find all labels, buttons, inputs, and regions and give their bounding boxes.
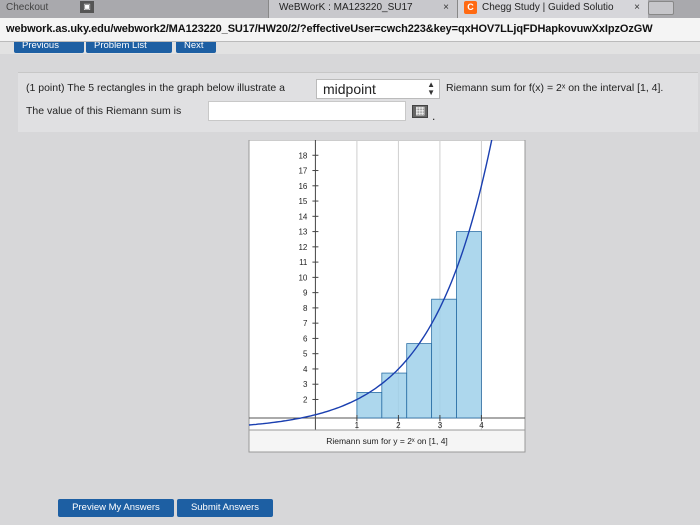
close-icon[interactable]: × bbox=[443, 0, 449, 15]
y-tick-label: 7 bbox=[303, 319, 308, 328]
problem-text-line2: The value of this Riemann sum is bbox=[26, 105, 182, 117]
tab-checkout-label: Checkout bbox=[6, 2, 49, 13]
period: . bbox=[432, 109, 436, 123]
chegg-favicon-icon: C bbox=[464, 1, 477, 14]
y-tick-label: 12 bbox=[298, 243, 307, 252]
y-tick-label: 3 bbox=[303, 380, 308, 389]
y-tick-label: 14 bbox=[298, 212, 307, 221]
problem-list-button[interactable]: Problem List bbox=[86, 42, 172, 53]
y-tick-label: 18 bbox=[298, 151, 307, 160]
equation-editor-icon[interactable] bbox=[412, 104, 428, 118]
address-bar[interactable]: webwork.as.uky.edu/webwork2/MA123220_SU1… bbox=[0, 18, 700, 42]
y-tick-label: 8 bbox=[303, 304, 308, 313]
tab-chegg-label: Chegg Study | Guided Solutio bbox=[482, 2, 614, 13]
x-axis-label: Riemann sum for y = 2ˣ on [1, 4] bbox=[326, 436, 448, 446]
y-tick-label: 17 bbox=[298, 167, 307, 176]
y-tick-label: 11 bbox=[299, 258, 308, 267]
tab-checkout-2[interactable]: ▣ bbox=[78, 0, 268, 18]
close-icon[interactable]: × bbox=[634, 0, 640, 15]
tab-webwork-label: WeBWorK : MA123220_SU17 bbox=[279, 2, 413, 13]
y-tick-label: 13 bbox=[298, 228, 307, 237]
y-tick-label: 16 bbox=[298, 182, 307, 191]
riemann-chart-svg: 234567891011121314151617181 2 3 4Riemann su… bbox=[248, 140, 526, 453]
y-tick-label: 6 bbox=[303, 334, 308, 343]
tab-webwork[interactable]: WeBWorK : MA123220_SU17 × bbox=[268, 0, 458, 18]
tab-chegg[interactable]: C Chegg Study | Guided Solutio × bbox=[458, 0, 648, 18]
preview-answers-button[interactable]: Preview My Answers bbox=[58, 499, 174, 517]
x-tick-label: 4 bbox=[479, 421, 484, 430]
riemann-graph: 2 3 4 5 6 7 8 9 10 11 12 13 14 15 16 17 18 1 2 3 4 Riemann su… bbox=[241, 140, 531, 460]
y-tick-label: 15 bbox=[298, 197, 307, 206]
tab-checkout[interactable]: Checkout bbox=[0, 0, 58, 18]
problem-text-before: (1 point) The 5 rectangles in the graph … bbox=[26, 82, 285, 94]
url-text[interactable]: webwork.as.uky.edu/webwork2/MA123220_SU1… bbox=[6, 23, 653, 35]
y-tick-label: 2 bbox=[303, 395, 308, 404]
x-tick-label: 2 bbox=[396, 421, 401, 430]
previous-button[interactable]: Previous bbox=[14, 42, 84, 53]
riemann-type-select[interactable]: midpoint ▲ ▼ bbox=[316, 79, 440, 99]
problem-nav: Previous Problem List Next bbox=[0, 42, 700, 54]
x-tick-label: 1 bbox=[355, 421, 360, 430]
next-button[interactable]: Next bbox=[176, 42, 216, 53]
x-tick-label: 3 bbox=[438, 421, 443, 430]
y-tick-label: 9 bbox=[303, 289, 308, 298]
browser-tab-bar: Checkout ▣ WeBWorK : MA123220_SU17 × C C… bbox=[0, 0, 700, 18]
select-value: midpoint bbox=[323, 81, 376, 97]
submit-answers-button[interactable]: Submit Answers bbox=[177, 499, 273, 517]
problem-text-after: Riemann sum for f(x) = 2ˣ on the interva… bbox=[446, 82, 664, 94]
problem-page: (1 point) The 5 rectangles in the graph … bbox=[0, 54, 700, 525]
problem-statement: (1 point) The 5 rectangles in the graph … bbox=[18, 72, 698, 132]
select-arrows-icon: ▲ ▼ bbox=[427, 80, 435, 97]
answer-input[interactable] bbox=[208, 101, 406, 121]
riemann-rect bbox=[356, 392, 383, 419]
y-tick-label: 5 bbox=[303, 350, 308, 359]
y-tick-label: 4 bbox=[303, 365, 308, 374]
tab-favicon-icon: ▣ bbox=[80, 1, 94, 13]
y-tick-label: 10 bbox=[298, 273, 307, 282]
new-tab-button[interactable] bbox=[648, 1, 674, 15]
